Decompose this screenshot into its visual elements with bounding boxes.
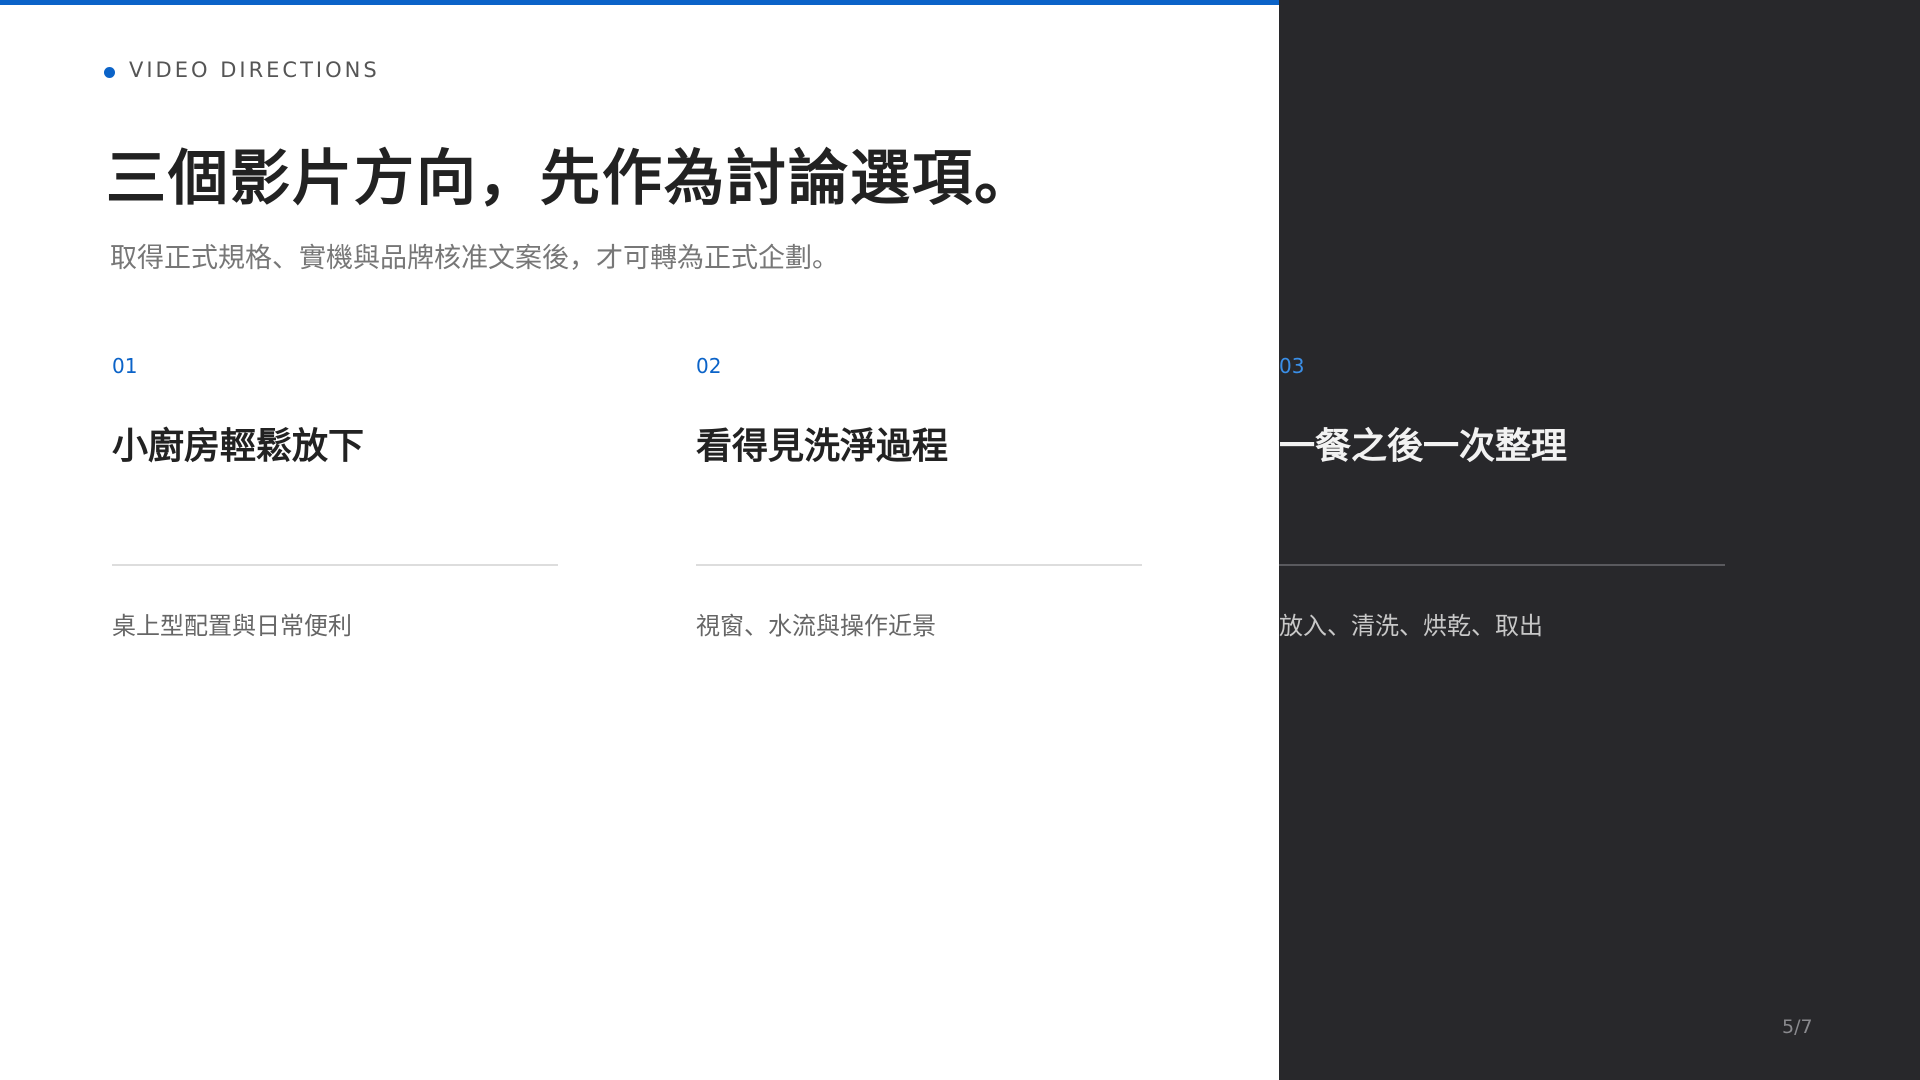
eyebrow-label: VIDEO DIRECTIONS xyxy=(129,58,380,82)
option-number: 02 xyxy=(696,354,722,378)
option-title: 一餐之後一次整理 xyxy=(1279,426,1568,467)
page-title: 三個影片方向，先作為討論選項。 xyxy=(106,144,1036,214)
top-accent-bar xyxy=(0,0,1279,5)
option-number: 03 xyxy=(1279,354,1305,378)
option-description: 桌上型配置與日常便利 xyxy=(112,612,352,640)
option-title: 看得見洗淨過程 xyxy=(696,426,949,467)
option-title: 小廚房輕鬆放下 xyxy=(112,426,365,467)
option-divider xyxy=(696,564,1142,566)
page-subtitle: 取得正式規格、實機與品牌核准文案後，才可轉為正式企劃。 xyxy=(110,243,839,274)
option-card-03: 03 一餐之後一次整理 放入、清洗、烘乾、取出 xyxy=(1279,352,1725,641)
page-indicator: 5/7 xyxy=(1782,1016,1813,1038)
option-card-01: 01 小廚房輕鬆放下 桌上型配置與日常便利 xyxy=(112,352,558,641)
option-divider xyxy=(1279,564,1725,566)
option-card-02: 02 看得見洗淨過程 視窗、水流與操作近景 xyxy=(696,352,1142,641)
dot-bullet-icon xyxy=(104,66,115,78)
eyebrow: VIDEO DIRECTIONS xyxy=(104,58,380,82)
option-description: 視窗、水流與操作近景 xyxy=(696,612,936,640)
option-description: 放入、清洗、烘乾、取出 xyxy=(1279,612,1543,640)
option-number: 01 xyxy=(112,354,138,378)
option-divider xyxy=(112,564,558,566)
